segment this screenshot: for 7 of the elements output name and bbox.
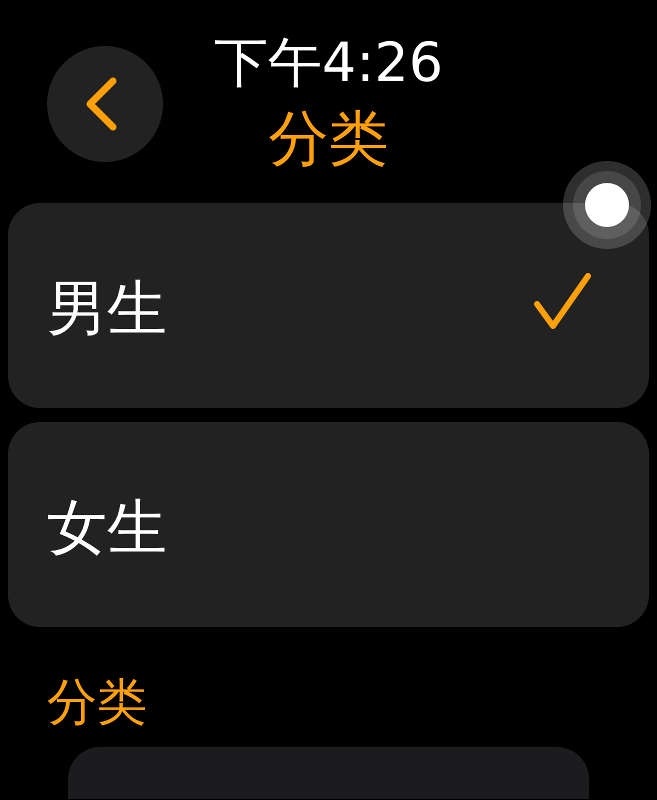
touch-pointer-icon: [562, 160, 652, 250]
clock-time: 下午4:26: [214, 33, 444, 92]
option-row[interactable]: 男生: [8, 203, 649, 408]
page-title: 分类: [268, 107, 388, 171]
chevron-left-icon: [85, 77, 117, 131]
section-title: 分类: [47, 673, 147, 731]
option-row[interactable]: 女生: [8, 422, 649, 627]
